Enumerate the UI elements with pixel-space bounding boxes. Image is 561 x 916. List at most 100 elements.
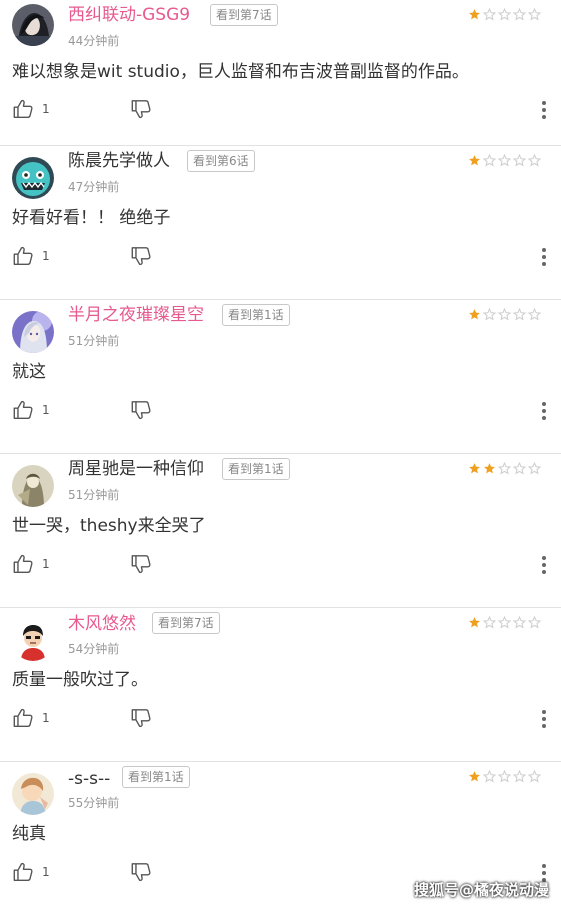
episode-badge: 看到第1话 [222, 458, 290, 480]
avatar-pastel-illustration-icon [12, 773, 54, 815]
thumbs-down-icon [131, 863, 151, 882]
username[interactable]: 半月之夜璀璨星空 [68, 305, 204, 325]
thumbs-up-icon [13, 400, 33, 419]
star-empty-icon [513, 8, 526, 21]
star-empty-icon [483, 308, 496, 321]
thumbs-up-icon [13, 708, 33, 727]
star-empty-icon [528, 616, 541, 629]
dislike-button[interactable] [130, 98, 152, 120]
star-empty-icon [528, 308, 541, 321]
avatar[interactable] [12, 4, 54, 46]
star-empty-icon [498, 616, 511, 629]
dislike-button[interactable] [130, 553, 152, 575]
star-empty-icon [483, 770, 496, 783]
star-empty-icon [483, 154, 496, 167]
star-empty-icon [513, 154, 526, 167]
avatar-anime-girl-icon [12, 311, 54, 353]
like-count: 1 [42, 102, 50, 116]
star-filled-icon [469, 155, 480, 166]
like-button[interactable]: 1 [12, 399, 50, 421]
comment-time: 47分钟前 [68, 180, 120, 194]
comment-list: 西纠联动-GSG9 看到第7话 44分钟前 难以想象是wit studio，巨人… [0, 0, 561, 916]
comment-text: 质量一般吹过了。 [12, 670, 148, 690]
thumbs-up-icon [13, 862, 33, 881]
username[interactable]: 陈晨先学做人 [68, 151, 170, 171]
comment-time: 54分钟前 [68, 642, 120, 656]
username[interactable]: 周星驰是一种信仰 [68, 459, 204, 479]
avatar[interactable] [12, 157, 54, 199]
comment-item: 陈晨先学做人 看到第6话 47分钟前 好看好看！！ 绝绝子 1 [0, 146, 561, 300]
star-filled-icon [484, 463, 495, 474]
dislike-button[interactable] [130, 245, 152, 267]
star-rating [468, 154, 541, 167]
watermark: 搜狐号@橘夜说动漫 [413, 881, 549, 899]
dislike-button[interactable] [130, 707, 152, 729]
star-empty-icon [483, 616, 496, 629]
like-button[interactable]: 1 [12, 245, 50, 267]
username[interactable]: -s-s-- [68, 769, 110, 789]
comment-time: 51分钟前 [68, 488, 120, 502]
thumbs-down-icon [131, 247, 151, 266]
comment-text: 纯真 [12, 824, 46, 844]
like-button[interactable]: 1 [12, 553, 50, 575]
star-empty-icon [528, 770, 541, 783]
avatar-sepia-figure-icon [12, 465, 54, 507]
avatar-dark-hair-icon [12, 4, 54, 46]
more-options-button[interactable] [539, 246, 549, 268]
star-empty-icon [498, 8, 511, 21]
star-rating [468, 616, 541, 629]
thumbs-down-icon [131, 709, 151, 728]
dislike-button[interactable] [130, 861, 152, 883]
thumbs-down-icon [131, 100, 151, 119]
star-empty-icon [498, 770, 511, 783]
avatar[interactable] [12, 311, 54, 353]
like-count: 1 [42, 403, 50, 417]
thumbs-down-icon [131, 555, 151, 574]
star-rating [468, 770, 541, 783]
episode-badge: 看到第1话 [122, 766, 190, 788]
star-empty-icon [513, 308, 526, 321]
like-count: 1 [42, 711, 50, 725]
dislike-button[interactable] [130, 399, 152, 421]
star-empty-icon [528, 462, 541, 475]
avatar[interactable] [12, 619, 54, 661]
like-count: 1 [42, 249, 50, 263]
comment-actions: 1 [12, 707, 549, 731]
star-empty-icon [513, 616, 526, 629]
thumbs-up-icon [13, 246, 33, 265]
more-options-button[interactable] [539, 708, 549, 730]
like-count: 1 [42, 557, 50, 571]
avatar[interactable] [12, 773, 54, 815]
avatar[interactable] [12, 465, 54, 507]
comment-text: 就这 [12, 362, 46, 382]
comment-time: 55分钟前 [68, 796, 120, 810]
star-filled-icon [469, 9, 480, 20]
username[interactable]: 西纠联动-GSG9 [68, 5, 190, 25]
star-empty-icon [528, 8, 541, 21]
thumbs-up-icon [13, 99, 33, 118]
star-empty-icon [513, 462, 526, 475]
episode-badge: 看到第7话 [210, 4, 278, 26]
episode-badge: 看到第7话 [152, 612, 220, 634]
like-button[interactable]: 1 [12, 861, 50, 883]
star-empty-icon [498, 154, 511, 167]
episode-badge: 看到第1话 [222, 304, 290, 326]
star-filled-icon [469, 463, 480, 474]
more-options-button[interactable] [539, 400, 549, 422]
comment-time: 44分钟前 [68, 34, 120, 48]
like-button[interactable]: 1 [12, 707, 50, 729]
like-button[interactable]: 1 [12, 98, 50, 120]
star-rating [468, 462, 541, 475]
star-empty-icon [498, 462, 511, 475]
star-empty-icon [528, 154, 541, 167]
comment-item: 木风悠然 看到第7话 54分钟前 质量一般吹过了。 1 [0, 608, 561, 762]
thumbs-down-icon [131, 401, 151, 420]
comment-actions: 1 [12, 553, 549, 577]
comment-text: 好看好看！！ 绝绝子 [12, 208, 171, 228]
more-options-button[interactable] [539, 99, 549, 121]
star-filled-icon [469, 617, 480, 628]
more-options-button[interactable] [539, 554, 549, 576]
username[interactable]: 木风悠然 [68, 614, 136, 634]
thumbs-up-icon [13, 554, 33, 573]
avatar-teal-monster-icon [12, 157, 54, 199]
